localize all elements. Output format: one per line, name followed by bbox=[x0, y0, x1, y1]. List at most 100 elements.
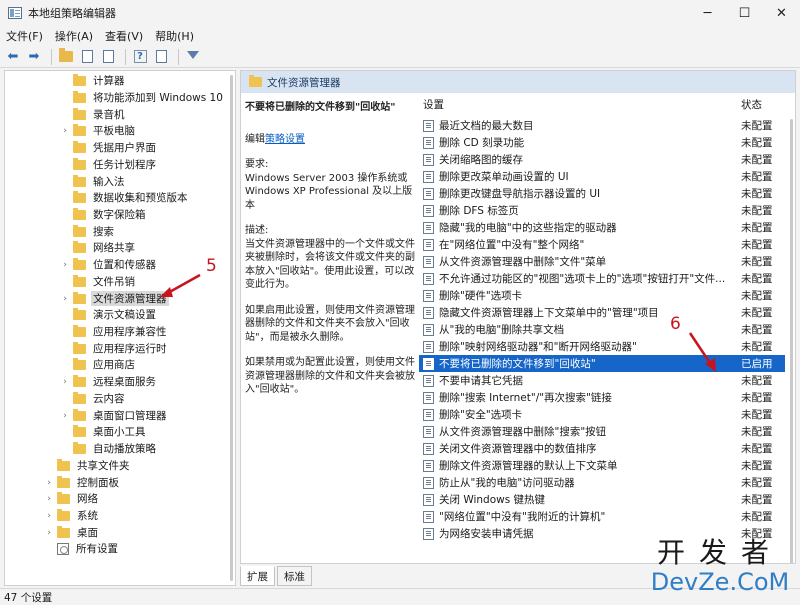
folder-icon bbox=[73, 391, 86, 404]
back-arrow-icon[interactable]: ⬅ bbox=[4, 48, 22, 66]
export-list-icon[interactable] bbox=[99, 48, 117, 66]
tree-item-network[interactable]: › 网络 bbox=[45, 490, 100, 507]
tree-expander[interactable]: › bbox=[61, 260, 69, 270]
setting-row[interactable]: 删除 DFS 标签页 未配置 bbox=[419, 202, 785, 219]
tree-item-system[interactable]: › 系统 bbox=[45, 507, 100, 524]
tree-expander[interactable]: › bbox=[61, 294, 69, 304]
minimize-button[interactable]: ─ bbox=[689, 0, 726, 26]
tree-item-autoplay[interactable]: 自动播放策略 bbox=[61, 440, 158, 457]
setting-row[interactable]: 关闭 Windows 键热键 未配置 bbox=[419, 491, 785, 508]
tree-item-shared-folders[interactable]: 共享文件夹 bbox=[45, 457, 132, 474]
tree-item-file-explorer[interactable]: › 文件资源管理器 bbox=[61, 290, 169, 307]
setting-row[interactable]: 删除"硬件"选项卡 未配置 bbox=[419, 287, 785, 304]
tree-item-label: 输入法 bbox=[93, 176, 125, 188]
setting-row[interactable]: "网络位置"中没有"我附近的计算机" 未配置 bbox=[419, 508, 785, 525]
tree-item-app-compat[interactable]: 应用程序兼容性 bbox=[61, 323, 169, 340]
tree-expander[interactable]: › bbox=[45, 528, 53, 538]
setting-row[interactable]: 删除"映射网络驱动器"和"断开网络驱动器" 未配置 bbox=[419, 338, 785, 355]
tree-item-file-revocation[interactable]: 文件吊销 bbox=[61, 273, 137, 290]
annotation-step-6: 6 bbox=[670, 314, 681, 334]
tree-item-ime[interactable]: 输入法 bbox=[61, 173, 127, 190]
setting-row[interactable]: 从"我的电脑"删除共享文档 未配置 bbox=[419, 321, 785, 338]
tree-expander[interactable]: › bbox=[45, 478, 53, 488]
setting-row[interactable]: 删除文件资源管理器的默认上下文菜单 未配置 bbox=[419, 457, 785, 474]
tree-item-sound-recorder[interactable]: 录音机 bbox=[61, 106, 127, 123]
tab-standard[interactable]: 标准 bbox=[277, 566, 312, 586]
setting-row[interactable]: 删除更改键盘导航指示器设置的 UI 未配置 bbox=[419, 185, 785, 202]
setting-name: 不要将已删除的文件移到"回收站" bbox=[439, 358, 596, 370]
annotation-step-5: 5 bbox=[206, 256, 217, 276]
tree-item-network-sharing[interactable]: 网络共享 bbox=[61, 239, 137, 256]
folder-icon bbox=[73, 157, 86, 170]
tree-expander[interactable]: › bbox=[61, 126, 69, 136]
tree-item-presentation-settings[interactable]: 演示文稿设置 bbox=[61, 306, 158, 323]
setting-status: 未配置 bbox=[741, 324, 773, 336]
menu-view[interactable]: 查看(V) bbox=[105, 28, 143, 44]
tree-item-desktop[interactable]: › 桌面 bbox=[45, 524, 100, 541]
setting-row[interactable]: 不允许通过功能区的"视图"选项卡上的"选项"按钮打开"文件... 未配置 bbox=[419, 270, 785, 287]
filter-icon[interactable] bbox=[184, 48, 202, 66]
setting-row[interactable]: 删除 CD 刻录功能 未配置 bbox=[419, 134, 785, 151]
setting-row[interactable]: 最近文档的最大数目 未配置 bbox=[419, 117, 785, 134]
menu-bar: 文件(F) 操作(A) 查看(V) 帮助(H) bbox=[0, 26, 800, 46]
folder-up-icon[interactable] bbox=[57, 48, 75, 66]
list-scrollbar[interactable] bbox=[790, 119, 793, 563]
folder-icon bbox=[73, 441, 86, 454]
column-header-status[interactable]: 状态 bbox=[741, 97, 762, 112]
tree-expander[interactable]: › bbox=[45, 511, 53, 521]
setting-row[interactable]: 删除更改菜单动画设置的 UI 未配置 bbox=[419, 168, 785, 185]
tree-item-add-features[interactable]: 将功能添加到 Windows 10 bbox=[61, 89, 225, 106]
folder-icon bbox=[57, 525, 70, 538]
tree-item-dwm[interactable]: › 桌面窗口管理器 bbox=[61, 407, 169, 424]
setting-row[interactable]: 删除"搜索 Internet"/"再次搜索"链接 未配置 bbox=[419, 389, 785, 406]
setting-row[interactable]: 隐藏文件资源管理器上下文菜单中的"管理"项目 未配置 bbox=[419, 304, 785, 321]
folder-icon bbox=[73, 90, 86, 103]
tree-item-all-settings[interactable]: 所有设置 bbox=[45, 540, 120, 557]
setting-row[interactable]: 在"网络位置"中没有"整个网络" 未配置 bbox=[419, 236, 785, 253]
setting-row[interactable]: 删除"安全"选项卡 未配置 bbox=[419, 406, 785, 423]
tree-expander[interactable]: › bbox=[61, 377, 69, 387]
details-pane: 文件资源管理器 不要将已删除的文件移到"回收站" 编辑策略设置 要求: Wind… bbox=[240, 70, 796, 564]
tree-item-cloud-content[interactable]: 云内容 bbox=[61, 390, 127, 407]
tree-expander[interactable]: › bbox=[61, 411, 69, 421]
tree-item-tablet-pc[interactable]: › 平板电脑 bbox=[61, 122, 137, 139]
tree-item-data-collection[interactable]: 数据收集和预览版本 bbox=[61, 189, 190, 206]
tree-item-digital-locker[interactable]: 数字保险箱 bbox=[61, 206, 148, 223]
menu-file[interactable]: 文件(F) bbox=[6, 28, 43, 44]
maximize-button[interactable]: ☐ bbox=[726, 0, 763, 26]
setting-row[interactable]: 关闭缩略图的缓存 未配置 bbox=[419, 151, 785, 168]
setting-row[interactable]: 防止从"我的电脑"访问驱动器 未配置 bbox=[419, 474, 785, 491]
setting-name: 从文件资源管理器中删除"文件"菜单 bbox=[439, 256, 607, 268]
properties-icon[interactable] bbox=[152, 48, 170, 66]
menu-help[interactable]: 帮助(H) bbox=[155, 28, 194, 44]
help-icon[interactable]: ? bbox=[131, 48, 149, 66]
tree-item-calculator[interactable]: 计算器 bbox=[61, 72, 127, 89]
setting-row[interactable]: 从文件资源管理器中删除"文件"菜单 未配置 bbox=[419, 253, 785, 270]
tree-scrollbar[interactable] bbox=[230, 75, 233, 581]
tree-expander[interactable]: › bbox=[45, 494, 53, 504]
tree-item-remote-desktop[interactable]: › 远程桌面服务 bbox=[61, 373, 158, 390]
show-hide-tree-icon[interactable] bbox=[78, 48, 96, 66]
setting-row[interactable]: 不要将已删除的文件移到"回收站" 已启用 bbox=[419, 355, 785, 372]
edit-policy-link[interactable]: 策略设置 bbox=[265, 134, 305, 145]
menu-action[interactable]: 操作(A) bbox=[55, 28, 93, 44]
tree-item-app-runtime[interactable]: 应用程序运行时 bbox=[61, 340, 169, 357]
column-header-setting[interactable]: 设置 bbox=[423, 97, 444, 112]
forward-arrow-icon[interactable]: ➡ bbox=[25, 48, 43, 66]
setting-row[interactable]: 从文件资源管理器中删除"搜索"按钮 未配置 bbox=[419, 423, 785, 440]
tree-item-task-scheduler[interactable]: 任务计划程序 bbox=[61, 156, 158, 173]
tree-item-desktop-gadgets[interactable]: 桌面小工具 bbox=[61, 423, 148, 440]
setting-row[interactable]: 隐藏"我的电脑"中的这些指定的驱动器 未配置 bbox=[419, 219, 785, 236]
tree-item-store[interactable]: 应用商店 bbox=[61, 356, 137, 373]
setting-row[interactable]: 关闭文件资源管理器中的数值排序 未配置 bbox=[419, 440, 785, 457]
tree-item-location-sensors[interactable]: › 位置和传感器 bbox=[61, 256, 158, 273]
description-text: 当文件资源管理器中的一个文件或文件夹被删除时，会将该文件或文件夹的副本放入"回收… bbox=[245, 238, 415, 291]
tree-item-credential-ui[interactable]: 凭据用户界面 bbox=[61, 139, 158, 156]
setting-row[interactable]: 不要申请其它凭据 未配置 bbox=[419, 372, 785, 389]
navigation-tree[interactable]: 计算器 将功能添加到 Windows 10 录音机 › 平板电脑 凭据用户界面 任… bbox=[4, 70, 236, 586]
tree-item-search[interactable]: 搜索 bbox=[61, 223, 116, 240]
tree-item-control-panel[interactable]: › 控制面板 bbox=[45, 474, 121, 491]
tab-extended[interactable]: 扩展 bbox=[240, 566, 275, 586]
folder-icon bbox=[73, 307, 86, 320]
close-button[interactable]: ✕ bbox=[763, 0, 800, 26]
